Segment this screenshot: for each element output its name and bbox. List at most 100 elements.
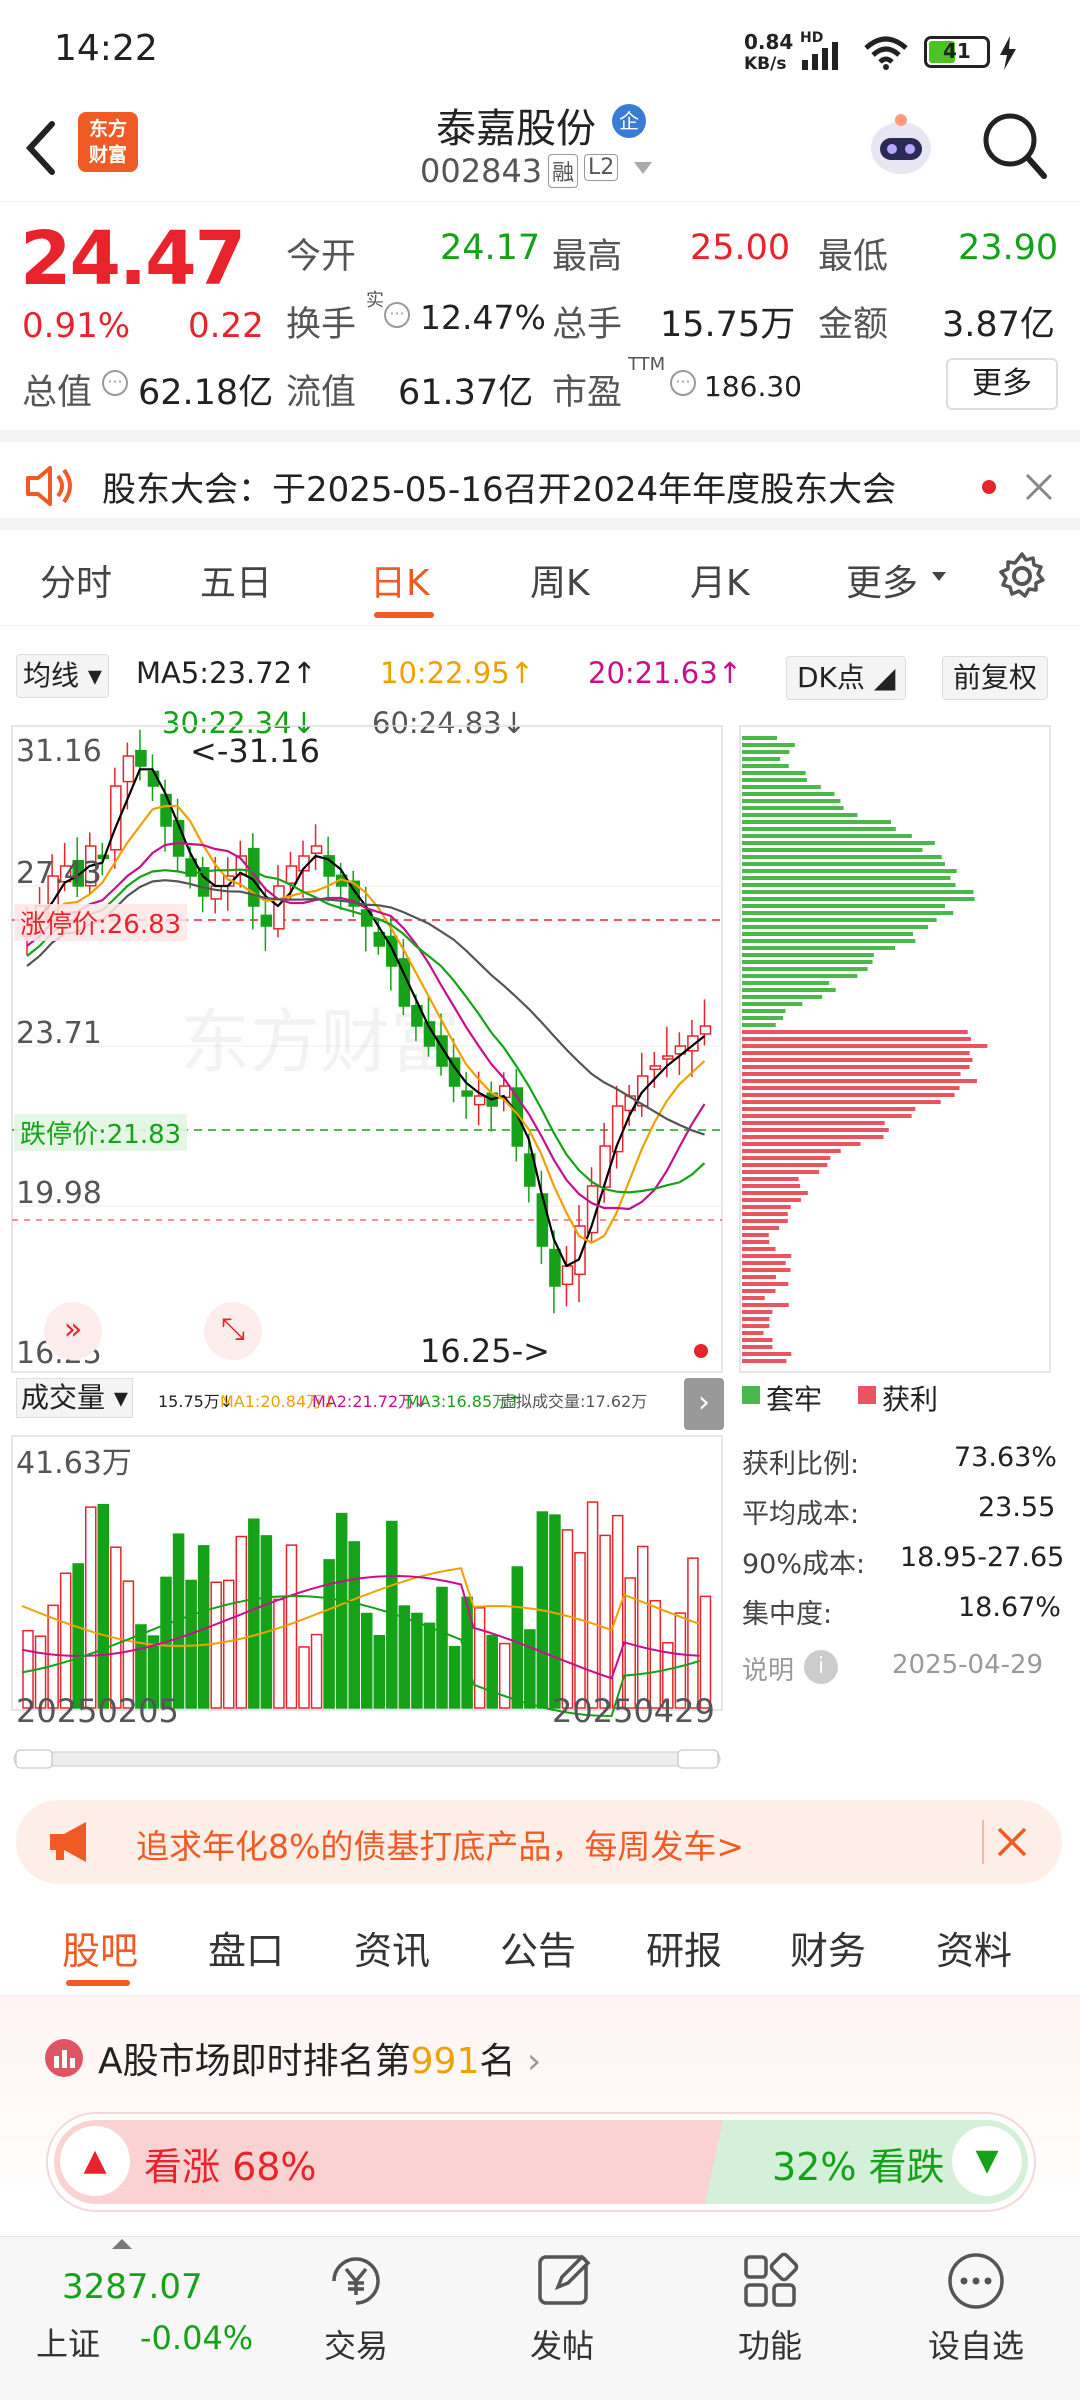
volume-bar — [473, 1607, 486, 1709]
tab-weekly-k[interactable]: 周K — [530, 554, 590, 606]
tab-more[interactable]: 更多 — [846, 554, 918, 606]
volume-bar — [524, 1629, 536, 1709]
volume-bar — [448, 1645, 461, 1709]
chip-label: 获利比例: — [742, 1449, 860, 1480]
chip-bar — [742, 1037, 971, 1041]
tab-daily-k[interactable]: 日K — [370, 554, 430, 606]
chip-bar — [742, 918, 937, 922]
tab-5day[interactable]: 五日 — [200, 554, 272, 606]
tab-announcements[interactable]: 公告 — [500, 1920, 576, 1975]
volume-bar — [498, 1642, 511, 1709]
chip-bar — [742, 1296, 765, 1300]
candle — [122, 755, 135, 783]
more-icon[interactable] — [946, 2251, 1006, 2311]
y-label: 19.98 — [16, 1176, 102, 1211]
volume-bar — [373, 1634, 386, 1709]
mktcap-value: 62.18亿 — [138, 373, 274, 413]
nav-functions[interactable]: 功能 — [738, 2321, 802, 2367]
expand-indicators-icon[interactable]: » — [44, 1302, 102, 1360]
chip-bar — [742, 869, 957, 873]
tab-indicator — [374, 612, 434, 618]
info-icon[interactable]: ··· — [102, 370, 128, 396]
collapse-icon[interactable] — [112, 2237, 132, 2249]
info-icon[interactable]: ··· — [384, 302, 410, 328]
chip-bar — [742, 799, 841, 803]
chip-bar — [742, 967, 868, 971]
volume-bar — [72, 1563, 84, 1709]
chip-bar — [742, 1142, 861, 1146]
robot-assistant-icon[interactable] — [862, 106, 940, 184]
clock: 14:22 — [54, 28, 158, 69]
chip-bar — [742, 813, 858, 817]
amount-value: 3.87亿 — [942, 305, 1055, 345]
chip-bar — [742, 862, 945, 866]
promo-banner[interactable]: 追求年化8%的债基打底产品，每周发车> — [16, 1800, 1062, 1884]
eastmoney-logo[interactable]: 东方 财富 — [78, 112, 138, 172]
rank-section: A股市场即时排名第991名 › ▲ 看涨 68% 32% 看跌 ▼ — [0, 1996, 1080, 2236]
tab-profile[interactable]: 资料 — [936, 1920, 1012, 1975]
tab-guba[interactable]: 股吧 — [62, 1920, 138, 1975]
volume-bar — [586, 1501, 599, 1709]
tab-research[interactable]: 研报 — [646, 1920, 722, 1975]
index-name[interactable]: 上证 — [36, 2319, 100, 2365]
indicator-selector[interactable]: 成交量 ▾ — [16, 1378, 133, 1418]
close-icon[interactable] — [1024, 472, 1054, 502]
tab-monthly-k[interactable]: 月K — [690, 554, 750, 606]
settings-icon[interactable] — [996, 550, 1048, 602]
tab-news[interactable]: 资讯 — [354, 1920, 430, 1975]
info-icon[interactable]: ··· — [670, 370, 696, 396]
bear-arrow-icon[interactable]: ▼ — [952, 2126, 1022, 2196]
y-label: 31.16 — [16, 734, 102, 769]
chip-bar — [742, 911, 954, 915]
notice-text: 股东大会：于2025-05-16召开2024年年度股东大会 — [102, 470, 897, 510]
chip-label: 集中度: — [742, 1599, 833, 1630]
post-icon[interactable] — [534, 2251, 594, 2311]
bull-arrow-icon[interactable]: ▲ — [60, 2126, 130, 2196]
nav-add-watchlist[interactable]: 设自选 — [928, 2321, 1024, 2367]
index-value[interactable]: 3287.07 — [62, 2267, 203, 2307]
chip-bar — [742, 1240, 770, 1244]
nav-post[interactable]: 发帖 — [530, 2321, 594, 2367]
tab-pankou[interactable]: 盘口 — [208, 1920, 284, 1975]
more-button[interactable]: 更多 — [946, 358, 1058, 410]
chip-value: 73.63% — [954, 1442, 1057, 1473]
functions-icon[interactable] — [740, 2251, 800, 2311]
chip-bar — [742, 1058, 973, 1062]
chevron-right-icon[interactable]: › — [684, 1378, 724, 1430]
signal-icon — [802, 42, 838, 70]
fullscreen-icon[interactable]: ⤡ — [204, 1302, 262, 1360]
info-icon[interactable]: i — [804, 1650, 838, 1684]
chip-bar — [742, 1114, 912, 1118]
close-icon[interactable] — [996, 1826, 1028, 1858]
rank-text[interactable]: A股市场即时排名第991名 › — [98, 2032, 541, 2084]
tab-finance[interactable]: 财务 — [790, 1920, 866, 1975]
chip-bar — [742, 876, 951, 880]
kline-svg[interactable]: 东方财富 — [0, 626, 1080, 1776]
candle — [536, 1193, 549, 1247]
candle — [285, 865, 298, 884]
trade-icon[interactable] — [326, 2251, 386, 2311]
tab-minute[interactable]: 分时 — [40, 554, 112, 606]
index-change[interactable]: -0.04% — [140, 2319, 253, 2357]
chip-bar — [742, 743, 795, 747]
code-dropdown-icon[interactable] — [634, 162, 652, 176]
candle — [549, 1248, 561, 1287]
volume-bar — [273, 1598, 285, 1709]
chip-bar — [742, 953, 874, 957]
stock-name[interactable]: 泰嘉股份 — [436, 96, 596, 154]
candle — [699, 1025, 712, 1035]
volume-bar — [599, 1534, 611, 1709]
chip-bar — [742, 1212, 788, 1216]
chips-date: 2025-04-29 — [892, 1650, 1044, 1680]
chip-bar — [742, 806, 844, 810]
notice-bar[interactable]: 股东大会：于2025-05-16召开2024年年度股东大会 — [0, 430, 1080, 530]
candle — [210, 885, 222, 900]
chip-bar — [742, 1149, 841, 1153]
back-icon[interactable] — [20, 118, 60, 178]
nav-trade[interactable]: 交易 — [324, 2321, 388, 2367]
y-label: 27.43 — [16, 856, 102, 891]
chip-bar — [742, 1100, 941, 1104]
chip-bar — [742, 995, 823, 999]
volume-bar — [323, 1559, 335, 1709]
search-icon[interactable] — [980, 110, 1048, 182]
